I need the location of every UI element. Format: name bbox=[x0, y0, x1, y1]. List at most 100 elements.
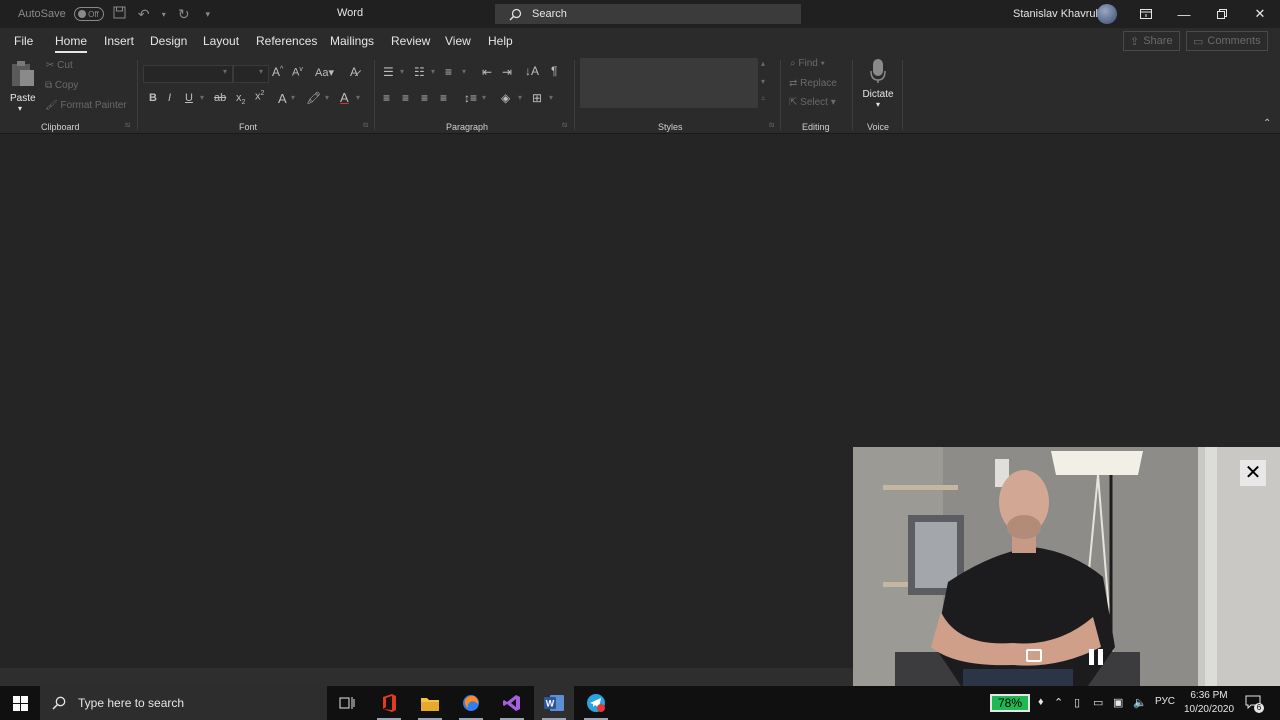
notifications-button[interactable]: 6 bbox=[1245, 695, 1264, 713]
close-icon[interactable]: ✕ bbox=[1241, 0, 1279, 28]
restore-icon[interactable] bbox=[1203, 0, 1241, 28]
back-to-tab-icon[interactable] bbox=[1026, 649, 1042, 662]
drop-icon[interactable]: ♦ bbox=[1038, 696, 1044, 708]
font-size-dropdown-icon[interactable]: ▾ bbox=[259, 67, 263, 76]
save-icon[interactable] bbox=[112, 6, 128, 22]
undo-icon[interactable]: ↶ bbox=[136, 6, 152, 23]
styles-scroll-down-icon[interactable]: ▾ bbox=[761, 77, 765, 86]
font-color-dropdown-icon[interactable]: ▾ bbox=[356, 93, 360, 102]
usb-device-icon[interactable]: ▯ bbox=[1074, 696, 1080, 709]
sort-icon[interactable]: ↓A bbox=[525, 64, 539, 78]
strikethrough-icon[interactable]: ab bbox=[214, 92, 226, 104]
redo-icon[interactable]: ↻ bbox=[176, 6, 192, 23]
paste-dropdown-icon[interactable]: ▾ bbox=[10, 104, 38, 113]
tab-mailings[interactable]: Mailings bbox=[330, 34, 374, 48]
tab-review[interactable]: Review bbox=[391, 34, 430, 48]
battery-tray-icon[interactable]: ▭ bbox=[1093, 696, 1103, 709]
font-launcher-icon[interactable]: ⧅ bbox=[363, 120, 368, 130]
tab-design[interactable]: Design bbox=[150, 34, 187, 48]
customize-toolbar-icon[interactable]: ▾ bbox=[200, 9, 216, 20]
select-button[interactable]: ⇱ Select ▾ bbox=[789, 97, 836, 108]
replace-button[interactable]: ⇄ Replace bbox=[789, 78, 837, 89]
font-name-combo[interactable] bbox=[143, 65, 233, 83]
numbering-icon[interactable]: ☷ bbox=[414, 65, 425, 79]
underline-icon[interactable]: U bbox=[185, 92, 193, 104]
show-hidden-icons-chevron-icon[interactable]: ⌃ bbox=[1054, 696, 1063, 709]
styles-launcher-icon[interactable]: ⧅ bbox=[769, 120, 774, 130]
taskbar-search-input[interactable]: Type here to search bbox=[40, 686, 327, 720]
system-clock[interactable]: 6:36 PM 10/20/2020 bbox=[1180, 689, 1238, 717]
taskbar-firefox[interactable] bbox=[451, 686, 491, 720]
bold-icon[interactable]: B bbox=[149, 92, 157, 104]
highlight-icon[interactable]: 🖍 bbox=[306, 91, 321, 105]
paste-button[interactable]: Paste ▾ bbox=[10, 60, 38, 116]
copy-button[interactable]: ⧉ Copy bbox=[45, 80, 78, 91]
clear-formatting-icon[interactable]: A̷ bbox=[350, 65, 358, 79]
pause-icon[interactable] bbox=[1089, 649, 1105, 665]
dictate-button[interactable]: Dictate ▾ bbox=[860, 58, 896, 114]
format-painter-button[interactable]: 🖌 Format Painter bbox=[45, 100, 127, 111]
tab-home[interactable]: Home bbox=[55, 34, 88, 53]
bullets-icon[interactable]: ☰ bbox=[383, 65, 394, 79]
numbering-dropdown-icon[interactable]: ▾ bbox=[431, 67, 435, 76]
avatar[interactable] bbox=[1097, 4, 1117, 24]
underline-dropdown-icon[interactable]: ▾ bbox=[200, 93, 204, 102]
undo-dropdown-icon[interactable]: ▾ bbox=[160, 10, 168, 19]
autosave-toggle[interactable]: Off bbox=[73, 7, 104, 21]
font-size-combo[interactable] bbox=[233, 65, 269, 83]
battery-indicator[interactable]: 78% bbox=[990, 694, 1030, 712]
find-button[interactable]: ⌕ Find ▾ bbox=[790, 58, 825, 69]
text-effects-icon[interactable]: A bbox=[278, 91, 287, 106]
taskbar-visual-studio[interactable] bbox=[492, 686, 532, 720]
decrease-indent-icon[interactable]: ⇤ bbox=[482, 65, 492, 79]
justify-icon[interactable]: ≡ bbox=[440, 91, 447, 105]
close-video-icon[interactable]: ✕ bbox=[1240, 460, 1266, 486]
shrink-font-icon[interactable]: Av bbox=[292, 66, 303, 79]
picture-in-picture-video[interactable] bbox=[853, 447, 1280, 686]
show-formatting-marks-icon[interactable]: ¶ bbox=[551, 64, 557, 78]
tab-references[interactable]: References bbox=[256, 34, 317, 48]
user-name[interactable]: Stanislav Khavruk bbox=[1013, 8, 1101, 20]
multilevel-dropdown-icon[interactable]: ▾ bbox=[462, 67, 466, 76]
font-name-dropdown-icon[interactable]: ▾ bbox=[223, 67, 227, 76]
dictate-dropdown-icon[interactable]: ▾ bbox=[860, 100, 896, 109]
tab-file[interactable]: File bbox=[14, 34, 33, 48]
taskbar-file-explorer[interactable] bbox=[410, 686, 450, 720]
collapse-ribbon-icon[interactable]: ⌃ bbox=[1263, 118, 1271, 129]
task-view-button[interactable] bbox=[327, 686, 367, 720]
subscript-icon[interactable]: x2 bbox=[236, 92, 245, 106]
ribbon-display-options-icon[interactable] bbox=[1127, 0, 1165, 28]
shading-dropdown-icon[interactable]: ▾ bbox=[518, 93, 522, 102]
taskbar-word[interactable]: W bbox=[534, 686, 574, 720]
align-right-icon[interactable]: ≡ bbox=[421, 91, 428, 105]
text-effects-dropdown-icon[interactable]: ▾ bbox=[291, 93, 295, 102]
styles-scroll-up-icon[interactable]: ▴ bbox=[761, 59, 765, 68]
share-button[interactable]: ⇪ Share bbox=[1123, 31, 1180, 51]
grow-font-icon[interactable]: A^ bbox=[272, 65, 283, 79]
network-icon[interactable]: ▣ bbox=[1113, 696, 1123, 709]
highlight-dropdown-icon[interactable]: ▾ bbox=[325, 93, 329, 102]
volume-icon[interactable]: 🔈 bbox=[1133, 696, 1147, 709]
cut-button[interactable]: ✂ Cut bbox=[46, 60, 73, 71]
align-center-icon[interactable]: ≡ bbox=[402, 91, 409, 105]
paragraph-launcher-icon[interactable]: ⧅ bbox=[562, 120, 567, 130]
change-case-icon[interactable]: Aa▾ bbox=[315, 66, 334, 79]
title-search-box[interactable]: Search bbox=[495, 4, 801, 24]
tab-help[interactable]: Help bbox=[488, 34, 513, 48]
taskbar-office[interactable] bbox=[369, 686, 409, 720]
increase-indent-icon[interactable]: ⇥ bbox=[502, 65, 512, 79]
taskbar-telegram[interactable] bbox=[576, 686, 616, 720]
align-left-icon[interactable]: ≡ bbox=[383, 91, 390, 105]
styles-gallery[interactable] bbox=[580, 58, 758, 108]
start-button[interactable] bbox=[0, 686, 40, 720]
borders-icon[interactable]: ⊞ bbox=[532, 91, 542, 105]
borders-dropdown-icon[interactable]: ▾ bbox=[549, 93, 553, 102]
tab-insert[interactable]: Insert bbox=[104, 34, 134, 48]
comments-button[interactable]: ▭ Comments bbox=[1186, 31, 1268, 51]
line-spacing-icon[interactable]: ↕≡ bbox=[464, 91, 477, 105]
italic-icon[interactable]: I bbox=[168, 92, 171, 104]
tab-layout[interactable]: Layout bbox=[203, 34, 239, 48]
styles-more-icon[interactable]: ⩡ bbox=[761, 94, 766, 104]
superscript-icon[interactable]: x2 bbox=[255, 90, 264, 103]
multilevel-list-icon[interactable]: ≡ bbox=[445, 65, 452, 79]
